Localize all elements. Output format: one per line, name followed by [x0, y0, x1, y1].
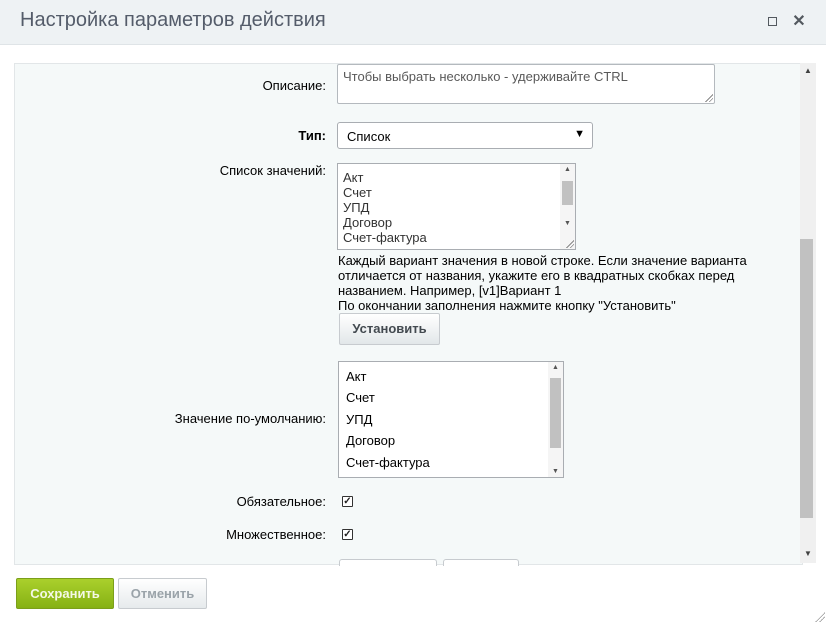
- list-item[interactable]: Договор: [346, 433, 395, 448]
- save-button[interactable]: Сохранить: [16, 578, 114, 609]
- list-item: УПД: [343, 200, 370, 215]
- resize-grip-icon[interactable]: [566, 240, 574, 248]
- required-label: Обязательное:: [236, 494, 326, 509]
- content-scrollbar[interactable]: ▲ ▼: [800, 63, 816, 563]
- default-value-label: Значение по-умолчанию:: [174, 411, 326, 426]
- values-list-help: Каждый вариант значения в новой строке. …: [338, 253, 758, 313]
- scroll-up-icon[interactable]: ▲: [804, 66, 812, 75]
- list-item[interactable]: Акт: [346, 369, 366, 384]
- scroll-thumb[interactable]: [562, 181, 573, 205]
- list-item[interactable]: Счет: [346, 390, 375, 405]
- type-label: Тип:: [298, 128, 326, 143]
- dropdown-arrow-icon: ▼: [574, 128, 585, 140]
- description-value: Чтобы выбрать несколько - удерживайте CT…: [343, 69, 628, 84]
- multiple-checkbox[interactable]: ✓: [342, 529, 353, 540]
- default-value-scrollbar[interactable]: ▲ ▼: [548, 362, 563, 477]
- resize-grip-icon[interactable]: [705, 94, 713, 102]
- cancel-button[interactable]: Отменить: [118, 578, 207, 609]
- type-select[interactable]: Список ▼: [337, 122, 593, 149]
- help-line: По окончании заполнения нажмите кнопку "…: [338, 298, 676, 313]
- default-value-select[interactable]: Акт Счет УПД Договор Счет-фактура ▲ ▼: [338, 361, 564, 478]
- hidden-button[interactable]: [339, 559, 437, 566]
- list-item[interactable]: УПД: [346, 412, 372, 427]
- maximize-icon[interactable]: [763, 13, 781, 31]
- scroll-down-icon[interactable]: ▼: [552, 468, 559, 475]
- help-line: названием. Например, [v1]Вариант 1: [338, 283, 562, 298]
- scroll-thumb[interactable]: [800, 239, 813, 518]
- scroll-up-icon[interactable]: ▲: [564, 166, 571, 173]
- list-item: Счет: [343, 185, 372, 200]
- scroll-down-icon[interactable]: ▼: [564, 220, 571, 227]
- help-line: Каждый вариант значения в новой строке. …: [338, 253, 747, 268]
- list-item: Счет-фактура: [343, 230, 427, 245]
- description-label: Описание:: [262, 78, 326, 93]
- multiple-label: Множественное:: [226, 527, 326, 542]
- description-textarea[interactable]: Чтобы выбрать несколько - удерживайте CT…: [337, 64, 715, 104]
- help-line: отличается от названия, укажите его в кв…: [338, 268, 735, 283]
- dialog-resize-grip-icon[interactable]: [815, 612, 825, 622]
- required-checkbox[interactable]: ✓: [342, 496, 353, 507]
- scroll-thumb[interactable]: [550, 378, 561, 448]
- values-list-textarea[interactable]: Акт Счет УПД Договор Счет-фактура ▲ ▼: [337, 163, 576, 250]
- hidden-button[interactable]: [443, 559, 519, 566]
- list-item: Акт: [343, 170, 364, 185]
- action-settings-dialog: Настройка параметров действия ✕ ▲ ▼ Опис…: [0, 0, 826, 628]
- list-item: Договор: [343, 215, 393, 230]
- scroll-down-icon[interactable]: ▼: [804, 549, 812, 558]
- values-list-scrollbar[interactable]: ▲ ▼: [560, 164, 575, 249]
- dialog-titlebar[interactable]: Настройка параметров действия ✕: [0, 0, 826, 45]
- close-icon[interactable]: ✕: [790, 13, 808, 31]
- values-list-label: Список значений:: [219, 163, 326, 178]
- list-item[interactable]: Счет-фактура: [346, 455, 430, 470]
- dialog-title: Настройка параметров действия: [20, 9, 326, 31]
- apply-values-button[interactable]: Установить: [339, 313, 440, 345]
- type-selected-value: Список: [347, 129, 391, 144]
- scroll-up-icon[interactable]: ▲: [552, 364, 559, 371]
